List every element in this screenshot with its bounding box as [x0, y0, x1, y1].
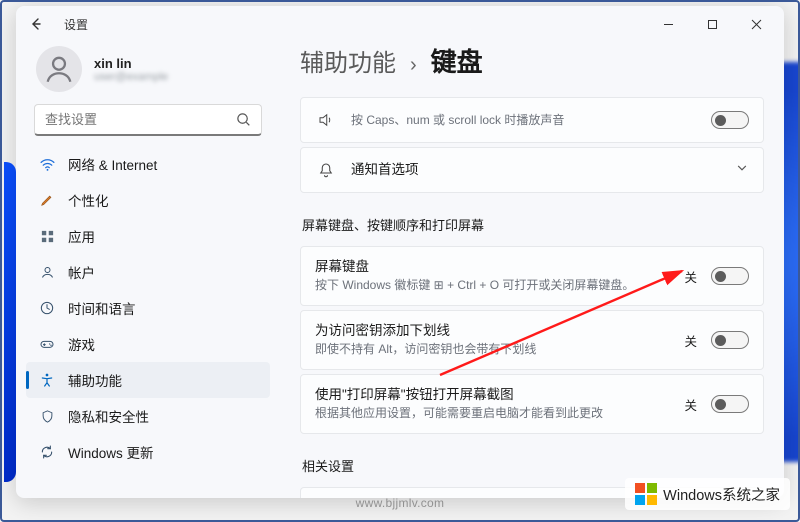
sidebar-item-accounts[interactable]: 帐户: [26, 254, 270, 290]
back-button[interactable]: [22, 10, 50, 38]
close-button[interactable]: [734, 9, 778, 39]
content-area: 辅助功能 › 键盘 按 Caps、num 或 scroll lock 时播放声音…: [280, 42, 784, 498]
maximize-icon: [707, 19, 718, 30]
update-icon: [38, 443, 56, 461]
accessibility-icon: [38, 371, 56, 389]
card-title: 通知首选项: [351, 161, 721, 179]
sidebar-item-label: 隐私和安全性: [68, 406, 149, 426]
card-title: 使用"打印屏幕"按钮打开屏幕截图: [315, 386, 670, 404]
breadcrumb: 辅助功能 › 键盘: [300, 42, 764, 97]
card-title: 屏幕键盘: [315, 258, 670, 276]
sidebar-item-accessibility[interactable]: 辅助功能: [26, 362, 270, 398]
toggle-state-label: 关: [684, 267, 697, 286]
arrow-left-icon: [28, 16, 44, 32]
sidebar-item-label: 个性化: [68, 190, 109, 210]
titlebar: 设置: [16, 6, 784, 42]
toggle-state-label: 关: [684, 395, 697, 414]
page-title: 键盘: [431, 42, 483, 79]
search-icon: [236, 112, 251, 127]
card-title: 为访问密钥添加下划线: [315, 322, 670, 340]
sidebar-item-network[interactable]: 网络 & Internet: [26, 146, 270, 182]
apps-icon: [38, 227, 56, 245]
shield-icon: [38, 407, 56, 425]
close-icon: [751, 19, 762, 30]
brand-badge: Windows系统之家: [625, 478, 790, 510]
nav-list: 网络 & Internet 个性化 应用 帐户: [26, 146, 270, 488]
sidebar-item-label: 帐户: [68, 262, 95, 282]
window-title: 设置: [64, 16, 88, 33]
card-underline-access-keys: 为访问密钥添加下划线 即使不持有 Alt，访问密钥也会带有下划线 关: [300, 310, 764, 370]
clock-icon: [38, 299, 56, 317]
brush-icon: [38, 191, 56, 209]
windows-logo-icon: [635, 483, 657, 505]
user-icon: [38, 263, 56, 281]
sidebar: xin lin user@example 网络 & Internet: [16, 42, 280, 498]
toggle-state-label: 关: [684, 331, 697, 350]
person-icon: [42, 52, 76, 86]
chevron-down-icon: [735, 161, 749, 180]
bell-icon: [315, 159, 337, 181]
sidebar-item-label: 辅助功能: [68, 370, 122, 390]
profile-name: xin lin: [94, 56, 168, 71]
sidebar-item-update[interactable]: Windows 更新: [26, 434, 270, 470]
profile[interactable]: xin lin user@example: [26, 42, 270, 104]
minimize-button[interactable]: [646, 9, 690, 39]
section-heading: 屏幕键盘、按键顺序和打印屏幕: [302, 215, 764, 234]
section-heading-related: 相关设置: [302, 456, 764, 475]
sidebar-item-time-language[interactable]: 时间和语言: [26, 290, 270, 326]
sidebar-item-label: 网络 & Internet: [68, 154, 157, 174]
minimize-icon: [663, 19, 674, 30]
toggle-switch[interactable]: [711, 111, 749, 129]
breadcrumb-parent[interactable]: 辅助功能: [300, 43, 396, 78]
sidebar-item-label: Windows 更新: [68, 442, 154, 462]
wifi-icon: [38, 155, 56, 173]
settings-window: 设置 xin lin user@example: [16, 6, 784, 498]
card-notification-prefs[interactable]: 通知首选项: [300, 147, 764, 193]
maximize-button[interactable]: [690, 9, 734, 39]
sidebar-item-label: 游戏: [68, 334, 95, 354]
game-icon: [38, 335, 56, 353]
sidebar-item-privacy[interactable]: 隐私和安全性: [26, 398, 270, 434]
brand-text: Windows系统之家: [663, 484, 780, 505]
toggle-underline-access-keys[interactable]: [711, 331, 749, 349]
sound-icon: [315, 109, 337, 131]
card-sub: 根据其他应用设置，可能需要重启电脑才能看到此更改: [315, 405, 670, 422]
sidebar-item-gaming[interactable]: 游戏: [26, 326, 270, 362]
toggle-printscreen-snip[interactable]: [711, 395, 749, 413]
card-sub: 即使不持有 Alt，访问密钥也会带有下划线: [315, 341, 670, 358]
search-input[interactable]: [45, 112, 236, 127]
search-box[interactable]: [34, 104, 262, 136]
card-sub: 按下 Windows 徽标键 ⊞ + Ctrl + O 可打开或关闭屏幕键盘。: [315, 277, 670, 294]
toggle-onscreen-keyboard[interactable]: [711, 267, 749, 285]
card-sub: 按 Caps、num 或 scroll lock 时播放声音: [351, 112, 670, 129]
sidebar-item-personalization[interactable]: 个性化: [26, 182, 270, 218]
card-printscreen-snip: 使用"打印屏幕"按钮打开屏幕截图 根据其他应用设置，可能需要重启电脑才能看到此更…: [300, 374, 764, 434]
sidebar-item-label: 时间和语言: [68, 298, 136, 318]
card-toggle-keys[interactable]: 按 Caps、num 或 scroll lock 时播放声音 关: [300, 97, 764, 143]
sidebar-item-apps[interactable]: 应用: [26, 218, 270, 254]
chevron-right-icon: ›: [410, 54, 417, 77]
sidebar-item-label: 应用: [68, 226, 95, 246]
profile-sub: user@example: [94, 71, 168, 83]
card-onscreen-keyboard: 屏幕键盘 按下 Windows 徽标键 ⊞ + Ctrl + O 可打开或关闭屏…: [300, 246, 764, 306]
avatar: [36, 46, 82, 92]
watermark: www.bjjmlv.com: [356, 496, 445, 510]
